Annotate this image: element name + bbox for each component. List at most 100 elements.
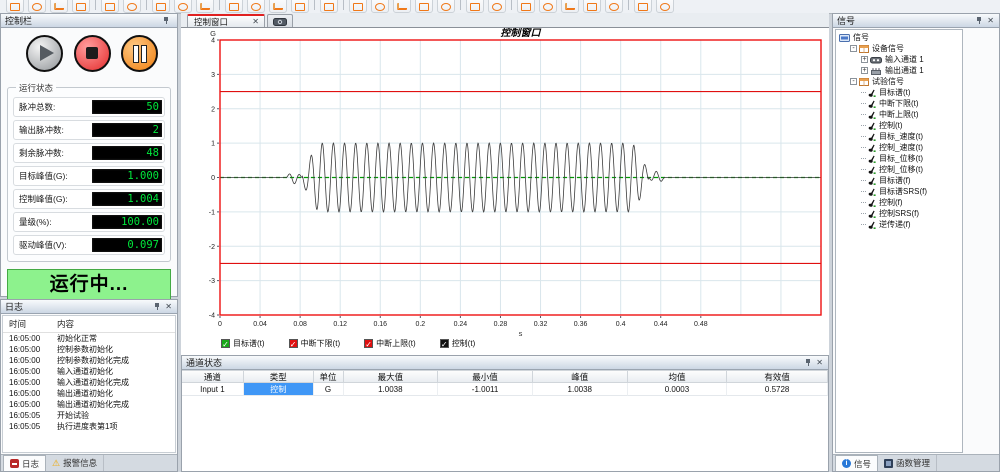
tree-item-signal[interactable]: 控制_速度(t) bbox=[836, 142, 962, 153]
fit-vertical-icon[interactable] bbox=[539, 0, 557, 13]
tree-item-label: 输出通道 1 bbox=[885, 65, 924, 76]
favorite-icon[interactable] bbox=[152, 0, 170, 13]
play-icon bbox=[40, 45, 54, 61]
legend-checkbox[interactable]: ✓ bbox=[440, 339, 449, 348]
close-icon[interactable]: ✕ bbox=[164, 302, 173, 311]
expander-icon[interactable]: - bbox=[850, 78, 857, 85]
log-row[interactable]: 16:05:00输入通道初始化 bbox=[3, 366, 175, 377]
expander-icon[interactable]: - bbox=[850, 45, 857, 52]
column-header[interactable]: 通道 bbox=[182, 370, 244, 383]
close-icon[interactable]: ✕ bbox=[986, 16, 995, 25]
column-header[interactable]: 峰值 bbox=[533, 370, 628, 383]
chart-view-1-icon[interactable] bbox=[415, 0, 433, 13]
column-header[interactable]: 最小值 bbox=[438, 370, 533, 383]
pie-view-icon[interactable] bbox=[174, 0, 192, 13]
log-row[interactable]: 16:05:05开始试验 bbox=[3, 410, 175, 421]
tree-item-signal[interactable]: 控制_位移(t) bbox=[836, 164, 962, 175]
tree-item-label: 设备信号 bbox=[872, 43, 904, 54]
log-row[interactable]: 16:05:00输出通道初始化完成 bbox=[3, 399, 175, 410]
layout-grid-3-icon[interactable] bbox=[393, 0, 411, 13]
tree-item-signal[interactable]: 逆传递(f) bbox=[836, 219, 962, 230]
tab-function[interactable]: 函数管理 bbox=[878, 455, 937, 471]
chart-view-2-icon[interactable] bbox=[437, 0, 455, 13]
tree-item-signal[interactable]: 目标谱(f) bbox=[836, 175, 962, 186]
undo-icon[interactable] bbox=[634, 0, 652, 13]
chart-legend: ✓目标谱(t)✓中断下限(t)✓中断上限(t)✓控制(t) bbox=[221, 338, 475, 349]
legend-item: ✓中断上限(t) bbox=[364, 338, 416, 349]
log-row[interactable]: 16:05:00控制参数初始化 bbox=[3, 344, 175, 355]
tab-close-icon[interactable]: ✕ bbox=[251, 17, 260, 26]
link-window-icon[interactable] bbox=[466, 0, 484, 13]
log-row[interactable]: 16:05:00控制参数初始化完成 bbox=[3, 355, 175, 366]
play-button[interactable] bbox=[26, 35, 63, 72]
table-row[interactable]: Input 1控制G1.0038-1.00111.00380.00030.572… bbox=[182, 383, 828, 396]
pin-icon[interactable] bbox=[805, 358, 812, 367]
clock-icon[interactable] bbox=[196, 0, 214, 13]
legend-checkbox[interactable]: ✓ bbox=[364, 339, 373, 348]
tree-item-label: 中断上限(t) bbox=[879, 109, 919, 120]
log-row[interactable]: 16:05:00初始化正常 bbox=[3, 333, 175, 344]
screenshot-tab[interactable] bbox=[267, 14, 293, 27]
cursor-l3-icon[interactable] bbox=[269, 0, 287, 13]
tree-item-device-group[interactable]: - 设备信号 bbox=[836, 43, 962, 54]
tree-item-device-group[interactable]: -试验信号 bbox=[836, 76, 962, 87]
tree-item-signal-root[interactable]: 信号 bbox=[836, 32, 962, 43]
open-file-icon[interactable] bbox=[28, 0, 46, 13]
chart-canvas[interactable]: 00.040.080.120.160.20.240.280.320.360.40… bbox=[181, 28, 829, 338]
signal-wave-icon[interactable] bbox=[320, 0, 338, 13]
pin-icon[interactable] bbox=[163, 16, 170, 25]
cursor-l1-icon[interactable] bbox=[225, 0, 243, 13]
cursor-l2-icon[interactable] bbox=[247, 0, 265, 13]
stop-button[interactable] bbox=[74, 35, 111, 72]
save-file-icon[interactable] bbox=[50, 0, 68, 13]
close-icon[interactable]: ✕ bbox=[815, 358, 824, 367]
layout-grid-1-icon[interactable] bbox=[349, 0, 367, 13]
table-cell: Input 1 bbox=[182, 383, 244, 396]
save-as-icon[interactable] bbox=[72, 0, 90, 13]
log-row[interactable]: 16:05:00输出通道初始化 bbox=[3, 388, 175, 399]
log-row[interactable]: 16:05:00输入通道初始化完成 bbox=[3, 377, 175, 388]
tree-item-input-channel[interactable]: +输入通道 1 bbox=[836, 54, 962, 65]
tree-item-signal[interactable]: 目标_速度(t) bbox=[836, 131, 962, 142]
column-header[interactable]: 类型 bbox=[244, 370, 314, 383]
column-header[interactable]: 有效值 bbox=[727, 370, 828, 383]
zoom-in-icon[interactable] bbox=[583, 0, 601, 13]
tree-item-signal[interactable]: 中断下限(t) bbox=[836, 98, 962, 109]
new-window-icon[interactable] bbox=[488, 0, 506, 13]
column-header[interactable]: 均值 bbox=[628, 370, 728, 383]
tab-info[interactable]: i信号 bbox=[835, 455, 878, 471]
expander-icon[interactable]: + bbox=[861, 67, 868, 74]
zoom-out-icon[interactable] bbox=[605, 0, 623, 13]
globe-icon[interactable] bbox=[291, 0, 309, 13]
tree-item-output-channel[interactable]: + 输出通道 1 bbox=[836, 65, 962, 76]
column-header[interactable]: 最大值 bbox=[344, 370, 439, 383]
tree-item-signal[interactable]: 中断上限(t) bbox=[836, 109, 962, 120]
tree-item-signal[interactable]: 控制SRS(f) bbox=[836, 208, 962, 219]
pin-icon[interactable] bbox=[154, 302, 161, 311]
tree-item-signal[interactable]: 目标_位移(t) bbox=[836, 153, 962, 164]
redo-icon[interactable] bbox=[656, 0, 674, 13]
fit-horizontal-icon[interactable] bbox=[517, 0, 535, 13]
column-header[interactable]: 单位 bbox=[314, 370, 344, 383]
pointer-icon[interactable] bbox=[561, 0, 579, 13]
tab-control-window[interactable]: 控制窗口 ✕ bbox=[187, 14, 265, 27]
expander-icon[interactable]: + bbox=[861, 56, 868, 63]
tab-warning[interactable]: ⚠报警信息 bbox=[46, 455, 104, 471]
tree-item-signal[interactable]: 控制(t) bbox=[836, 120, 962, 131]
new-file-icon[interactable] bbox=[6, 0, 24, 13]
signal-panel-header: 信号 ✕ bbox=[833, 14, 999, 28]
tab-log[interactable]: 日志 bbox=[3, 455, 46, 471]
tree-item-signal[interactable]: 控制(f) bbox=[836, 197, 962, 208]
tree-item-signal[interactable]: 目标谱(t) bbox=[836, 87, 962, 98]
document-tabbar: 控制窗口 ✕ bbox=[181, 13, 829, 28]
pause-button[interactable] bbox=[121, 35, 158, 72]
legend-checkbox[interactable]: ✓ bbox=[221, 339, 230, 348]
log-row[interactable]: 16:05:05执行进度表第1项 bbox=[3, 421, 175, 432]
tree-item-signal[interactable]: 目标谱SRS(f) bbox=[836, 186, 962, 197]
layout-grid-2-icon[interactable] bbox=[371, 0, 389, 13]
legend-checkbox[interactable]: ✓ bbox=[289, 339, 298, 348]
control-window-chart[interactable]: 00.040.080.120.160.20.240.280.320.360.40… bbox=[181, 28, 829, 355]
pin-icon[interactable] bbox=[976, 16, 983, 25]
copy-icon[interactable] bbox=[101, 0, 119, 13]
print-icon[interactable] bbox=[123, 0, 141, 13]
